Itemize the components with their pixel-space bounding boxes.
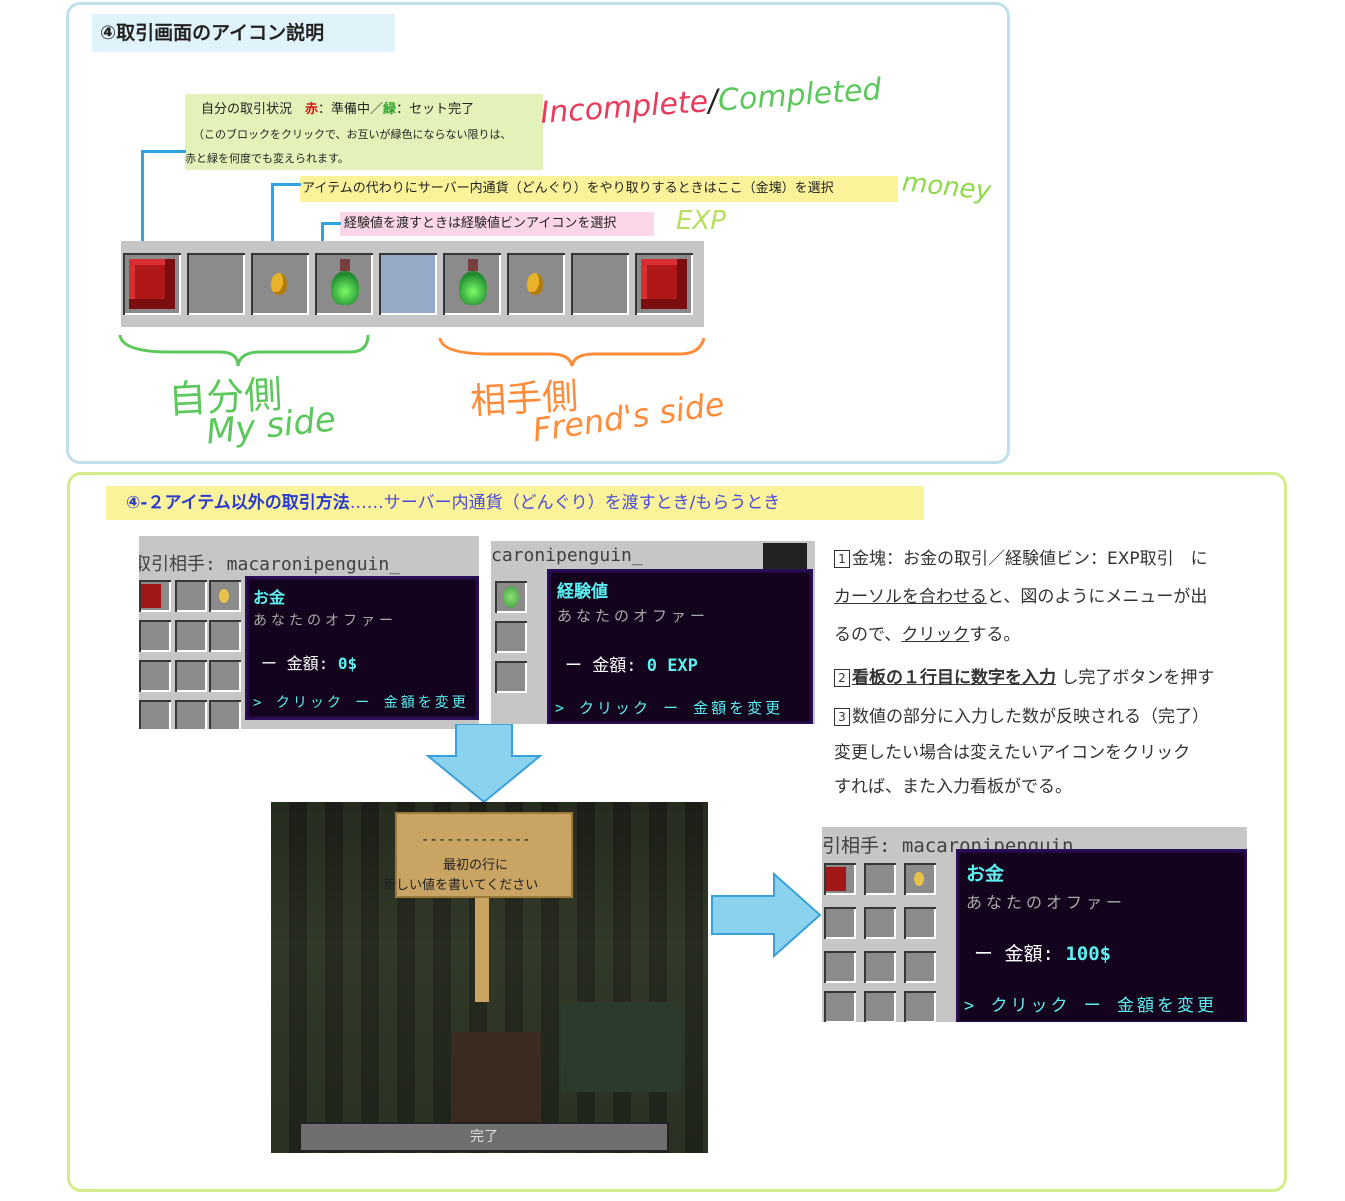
grid-slot[interactable]: [495, 581, 527, 613]
grid-slot: [824, 991, 856, 1022]
grid-slot: [139, 700, 171, 729]
friend-exp-slot: [443, 253, 501, 315]
instruction-step1-line3: るので、クリックする。: [834, 625, 1021, 645]
grid-slot: [139, 660, 171, 692]
grid-slot: [864, 991, 896, 1022]
trade-partner-header: caronipenguin_: [491, 545, 643, 566]
sign-board: ------------- 最初の行に 新しい値を書いてください: [383, 812, 573, 898]
sign-line-1[interactable]: -------------: [421, 832, 531, 848]
tooltip-click-hint: > クリック ー 金額を変更: [964, 996, 1217, 1016]
grid-slot: [175, 700, 207, 729]
grid-slot: [495, 621, 527, 653]
grid-slot: [175, 580, 207, 612]
grid-slot: [175, 620, 207, 652]
my-money-slot[interactable]: [251, 253, 309, 315]
tooltip-title: 経験値: [557, 582, 608, 602]
exp-bottle-icon: [459, 259, 487, 307]
hand-exp: EXP: [676, 206, 726, 236]
gold-nugget-icon: [271, 273, 287, 295]
money-tooltip-updated: お金 あなたのオファー ー 金額: 100$ > クリック ー 金額を変更: [956, 849, 1247, 1022]
grid-slot: [139, 580, 171, 612]
divider-slot: [379, 253, 437, 315]
grid-slot: [209, 660, 241, 692]
grid-slot[interactable]: [209, 580, 241, 612]
friend-money-slot: [507, 253, 565, 315]
dark-block: [763, 543, 807, 569]
grid-slot: [824, 951, 856, 983]
grid-slot: [864, 951, 896, 983]
red-block-icon: [129, 259, 175, 309]
instruction-step1-line1: 1 金塊：お金の取引／経験値ビン：EXP取引 に: [834, 544, 1208, 569]
tooltip-title: お金: [966, 863, 1005, 885]
friend-status-block: [635, 253, 693, 315]
tooltip-click-hint: > クリック ー 金額を変更: [253, 695, 469, 711]
grid-slot: [904, 907, 936, 939]
instruction-step1-line2: カーソルを合わせると、図のようにメニューが出: [834, 587, 1208, 607]
empty-slot: [571, 253, 629, 315]
grid-slot: [209, 700, 241, 729]
instruction-step2: 2 看板の１行目に数字を入力 し完了ボタンを押す: [834, 663, 1214, 688]
side-braces: [118, 334, 706, 367]
grid-slot: [824, 907, 856, 939]
grid-slot: [904, 991, 936, 1022]
grid-slot: [864, 863, 896, 895]
note-exp: 経験値を渡すときは経験値ビンアイコンを選択: [340, 212, 654, 236]
instruction-step4-line1: 変更したい場合は変えたいアイコンをクリック: [834, 743, 1191, 763]
note-status-line1: 自分の取引状況 赤：準備中／緑：セット完了: [201, 102, 475, 117]
tooltip-title: お金: [253, 588, 286, 607]
tooltip-subtitle: あなたのオファー: [557, 607, 710, 625]
grid-slot: [864, 907, 896, 939]
instruction-step4-line2: すれば、また入力看板がでる。: [834, 777, 1072, 797]
my-exp-slot[interactable]: [315, 253, 373, 315]
grid-slot: [139, 620, 171, 652]
grid-slot: [209, 620, 241, 652]
grid-slot: [824, 863, 856, 895]
note-trade-status: 自分の取引状況 赤：準備中／緑：セット完了 （このブロックをクリックで、お互いが…: [185, 94, 543, 170]
screenshot-exp-tooltip: caronipenguin_ 経験値 あなたのオファー ー 金額: 0 EXP …: [491, 541, 815, 724]
tooltip-subtitle: あなたのオファー: [966, 893, 1127, 912]
gold-nugget-icon: [527, 273, 543, 295]
grid-slot[interactable]: [904, 863, 936, 895]
grid-slot: [495, 661, 527, 693]
gold-nugget-icon: [219, 589, 229, 603]
tooltip-click-hint: > クリック ー 金額を変更: [555, 699, 784, 717]
red-block-icon: [141, 584, 161, 608]
section1-title: ④取引画面のアイコン説明: [92, 14, 395, 52]
exp-bottle-icon: [331, 259, 359, 307]
sign-line-2[interactable]: 最初の行に: [443, 854, 508, 873]
sign-post: [475, 898, 489, 1002]
empty-slot[interactable]: [187, 253, 245, 315]
arrow-right-icon: [711, 872, 822, 958]
red-block-icon: [641, 259, 687, 309]
section2-title: ④-２アイテム以外の取引方法……サーバー内通貨（どんぐり）を渡すとき/もらうとき: [106, 486, 924, 520]
trade-partner-header: 取引相手: macaronipenguin_: [139, 554, 401, 575]
exp-tooltip: 経験値 あなたのオファー ー 金額: 0 EXP > クリック ー 金額を変更: [547, 569, 813, 724]
my-status-block[interactable]: [123, 253, 181, 315]
grid-slot: [175, 660, 207, 692]
screenshot-sign-input: ------------- 最初の行に 新しい値を書いてください 完了: [271, 802, 708, 1153]
note-status-line3: 赤と緑を何度でも変えられます。: [185, 152, 349, 165]
room-block: [561, 1002, 681, 1092]
arrow-status: [141, 150, 186, 253]
note-money: アイテムの代わりにサーバー内通貨（どんぐり）をやり取りするときはここ（金塊）を選…: [300, 176, 898, 202]
instruction-step3: 3 数値の部分に入力した数が反映される（完了）: [834, 702, 1209, 727]
screenshot-money-result: 引相手: macaronipenguin お金 あなたのオファー ー 金額: 1…: [822, 827, 1247, 1022]
tooltip-amount: ー 金額: 0$: [261, 654, 358, 673]
trade-slot-bar: [121, 241, 704, 327]
grid-slot: [904, 951, 936, 983]
done-button-label: 完了: [470, 1129, 498, 1145]
arrow-down-icon: [426, 724, 542, 804]
money-tooltip: お金 あなたのオファー ー 金額: 0$ > クリック ー 金額を変更: [245, 576, 479, 720]
tooltip-subtitle: あなたのオファー: [253, 613, 397, 629]
gold-nugget-icon: [914, 872, 924, 886]
red-block-icon: [826, 867, 846, 891]
tooltip-amount: ー 金額: 100$: [974, 943, 1112, 965]
exp-bottle-icon: [503, 586, 519, 608]
note-status-line2: （このブロックをクリックで、お互いが緑色にならない限りは、: [193, 128, 512, 141]
tooltip-amount: ー 金額: 0 EXP: [565, 656, 698, 676]
sign-line-3[interactable]: 新しい値を書いてください: [383, 874, 538, 893]
screenshot-money-tooltip: 取引相手: macaronipenguin_ お金 あなたのオファー ー 金額:…: [139, 536, 479, 729]
done-button[interactable]: 完了: [299, 1122, 669, 1152]
